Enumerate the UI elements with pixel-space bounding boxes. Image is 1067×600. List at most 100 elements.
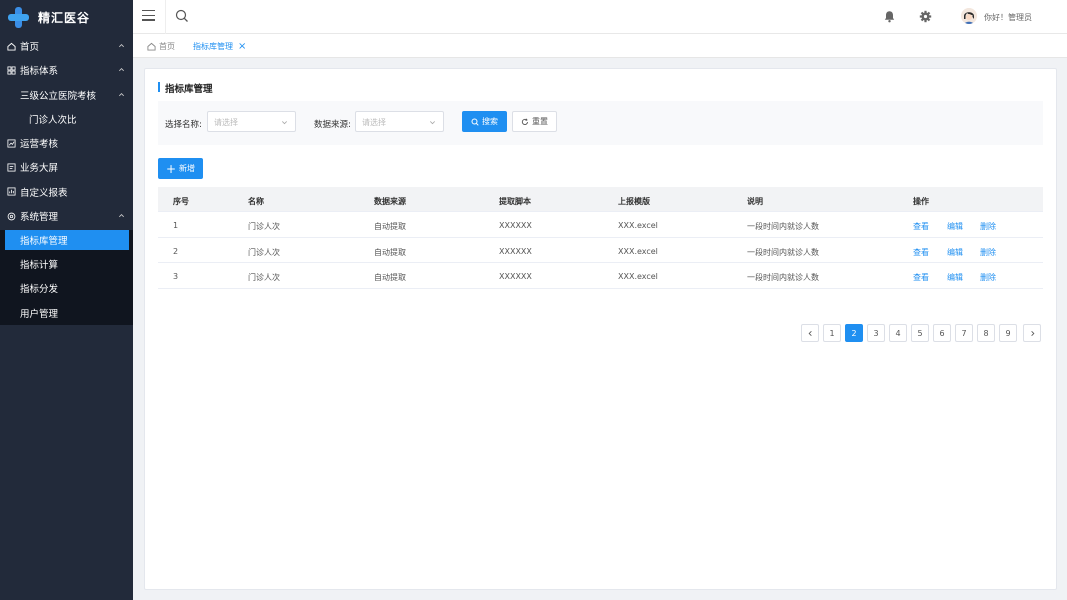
sidebar-item-business-screen[interactable]: 业务大屏 (0, 155, 133, 179)
column-header: 操作 (913, 197, 929, 206)
table-row: 3 门诊人次 自动提取 XXXXXX XXX.excel 一段时间内就诊人数 查… (158, 263, 1043, 289)
sidebar-item-indicator-library[interactable]: 指标库管理 (5, 230, 129, 251)
tabs-bar: 首页 指标库管理 × (133, 34, 1067, 58)
sidebar-item-label: 指标分发 (20, 284, 59, 296)
sidebar-item-label: 业务大屏 (20, 163, 59, 175)
page-button[interactable]: 5 (911, 324, 929, 342)
tab-indicator-library[interactable]: 指标库管理 × (193, 41, 246, 52)
sidebar-menu: 首页 指标体系 三级公立医院考核 门诊人次比 运营考核 业务大屏 自定义报表 系… (0, 34, 133, 325)
chevron-up-icon (119, 44, 124, 48)
header-divider (165, 0, 166, 34)
tab-label: 首页 (159, 42, 175, 51)
sidebar-item-home[interactable]: 首页 (0, 34, 133, 58)
system-submenu: 指标库管理 指标计算 指标分发 用户管理 (0, 230, 133, 325)
delete-link[interactable]: 删除 (980, 272, 996, 283)
tab-label: 指标库管理 (193, 42, 233, 51)
gear-icon[interactable] (919, 10, 932, 23)
page-button[interactable]: 9 (999, 324, 1017, 342)
sidebar-item-label: 指标库管理 (20, 236, 68, 248)
chevron-up-icon (119, 214, 124, 218)
view-link[interactable]: 查看 (913, 272, 929, 283)
column-header: 上报模版 (618, 197, 650, 206)
filter-bar: 选择名称: 请选择 数据来源: 请选择 搜索 重置 (158, 101, 1043, 145)
edit-link[interactable]: 编辑 (947, 247, 963, 258)
sidebar-item-label: 指标计算 (20, 260, 59, 272)
table-row: 1 门诊人次 自动提取 XXXXXX XXX.excel 一段时间内就诊人数 查… (158, 212, 1043, 238)
name-select[interactable]: 请选择 (207, 111, 296, 132)
sidebar-item-custom-report[interactable]: 自定义报表 (0, 180, 133, 204)
sidebar-item-outpatient-ratio[interactable]: 门诊人次比 (0, 107, 133, 131)
app-name: 精汇医谷 (38, 10, 91, 25)
page-button[interactable]: 4 (889, 324, 907, 342)
page-button[interactable]: 3 (867, 324, 885, 342)
search-icon[interactable] (175, 9, 189, 23)
page-button[interactable]: 7 (955, 324, 973, 342)
chevron-up-icon (119, 92, 124, 96)
page-button[interactable]: 8 (977, 324, 995, 342)
prev-page-button[interactable] (801, 324, 819, 342)
row-source: 自动提取 (374, 222, 406, 231)
view-link[interactable]: 查看 (913, 221, 929, 232)
edit-link[interactable]: 编辑 (947, 221, 963, 232)
search-button-label: 搜索 (482, 117, 498, 126)
tab-home[interactable]: 首页 (147, 41, 175, 52)
sidebar-item-label: 首页 (20, 42, 40, 53)
chevron-up-icon (119, 68, 124, 72)
reset-button[interactable]: 重置 (512, 111, 557, 132)
row-template: XXX.excel (618, 221, 658, 230)
sidebar-item-system-management[interactable]: 系统管理 (0, 204, 133, 228)
close-icon[interactable]: × (238, 41, 246, 51)
plus-icon: + (165, 161, 177, 176)
home-icon (147, 42, 156, 51)
sidebar-item-label: 指标体系 (20, 66, 59, 78)
content-card: 指标库管理 选择名称: 请选择 数据来源: 请选择 搜索 重置 + 新增 序号 … (144, 68, 1057, 590)
name-select-placeholder: 请选择 (214, 118, 238, 127)
page-button[interactable]: 1 (823, 324, 841, 342)
chart-icon (7, 139, 16, 148)
sidebar-item-tertiary-hospital-assessment[interactable]: 三级公立医院考核 (0, 83, 133, 107)
sidebar-item-label: 自定义报表 (20, 187, 68, 199)
source-select[interactable]: 请选择 (355, 111, 444, 132)
delete-link[interactable]: 删除 (980, 247, 996, 258)
settings-icon (7, 212, 16, 221)
chevron-down-icon (282, 121, 287, 125)
page-button[interactable]: 6 (933, 324, 951, 342)
row-script: XXXXXX (499, 246, 532, 256)
menu-toggle-icon[interactable] (142, 10, 155, 22)
indicator-table: 序号 名称 数据来源 提取脚本 上报模版 说明 操作 1 门诊人次 自动提取 X… (158, 187, 1043, 289)
row-source: 自动提取 (374, 273, 406, 282)
row-name: 门诊人次 (248, 273, 280, 282)
page-button-current[interactable]: 2 (845, 324, 863, 342)
avatar[interactable] (961, 8, 977, 24)
row-number: 1 (173, 221, 179, 230)
cross-logo-icon (8, 6, 29, 28)
view-link[interactable]: 查看 (913, 247, 929, 258)
refresh-icon (521, 118, 528, 125)
home-icon (7, 42, 16, 51)
source-filter-label: 数据来源: (314, 120, 351, 130)
add-button-label: 新增 (179, 164, 196, 173)
reset-button-label: 重置 (532, 117, 548, 126)
row-name: 门诊人次 (248, 222, 280, 231)
sidebar-item-label: 门诊人次比 (29, 114, 77, 126)
row-number: 3 (173, 272, 179, 281)
sidebar-item-indicator-system[interactable]: 指标体系 (0, 58, 133, 82)
sidebar-item-indicator-calculation[interactable]: 指标计算 (0, 252, 133, 276)
bell-icon[interactable] (883, 10, 896, 23)
sidebar-item-indicator-distribution[interactable]: 指标分发 (0, 276, 133, 300)
sidebar-item-operations-assessment[interactable]: 运营考核 (0, 131, 133, 155)
next-page-button[interactable] (1023, 324, 1041, 342)
column-header: 提取脚本 (499, 197, 531, 206)
edit-link[interactable]: 编辑 (947, 272, 963, 283)
search-icon (471, 118, 479, 126)
screen-icon (7, 163, 16, 172)
grid-icon (7, 66, 16, 75)
user-greeting[interactable]: 你好！管理员 (984, 12, 1032, 23)
sidebar-item-user-management[interactable]: 用户管理 (0, 301, 133, 325)
delete-link[interactable]: 删除 (980, 221, 996, 232)
row-description: 一段时间内就诊人数 (747, 247, 819, 257)
search-button[interactable]: 搜索 (462, 111, 507, 132)
sidebar-item-label: 运营考核 (20, 139, 59, 151)
add-button[interactable]: + 新增 (158, 158, 203, 179)
row-source: 自动提取 (374, 247, 406, 257)
